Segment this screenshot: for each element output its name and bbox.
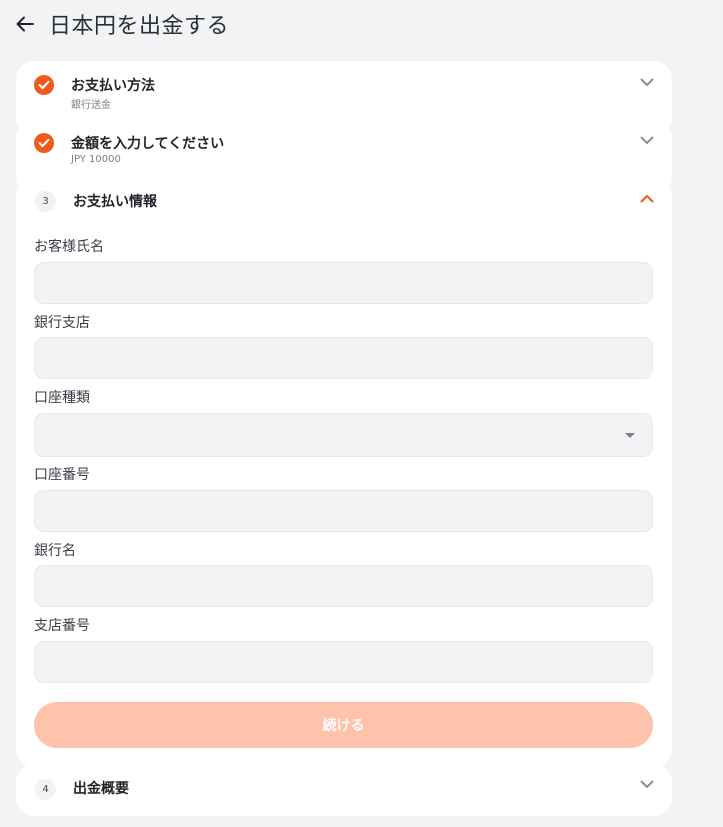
account-number-input[interactable]	[34, 490, 653, 532]
chevron-down-icon[interactable]	[638, 133, 656, 147]
caret-down-icon	[625, 433, 635, 438]
header: 日本円を出金する	[14, 8, 229, 40]
check-icon	[34, 75, 54, 95]
step-subtitle: JPY 10000	[71, 154, 121, 165]
step-title: お支払い方法	[71, 78, 155, 94]
step-payment-info: 3 お支払い情報 お客様氏名 銀行支店 口座種類 口座番号 銀行名 支店番号 続…	[16, 177, 672, 767]
step-withdraw-summary-header[interactable]: 4 出金概要	[16, 764, 672, 822]
branch-name-label: 銀行支店	[34, 315, 90, 331]
page-title: 日本円を出金する	[49, 14, 230, 39]
account-type-label: 口座種類	[34, 390, 90, 406]
step-number-badge: 4	[35, 779, 56, 800]
branch-number-input[interactable]	[34, 641, 653, 683]
step-payment-info-header[interactable]: 3 お支払い情報	[16, 177, 672, 235]
step-amount-header[interactable]: 金額を入力してください JPY 10000	[16, 119, 672, 177]
branch-number-label: 支店番号	[34, 618, 90, 634]
step-subtitle: 銀行送金	[71, 100, 111, 111]
step-title: 出金概要	[73, 781, 129, 797]
account-number-label: 口座番号	[34, 467, 90, 483]
customer-name-label: お客様氏名	[34, 239, 104, 255]
continue-button[interactable]: 続ける	[34, 702, 653, 748]
bank-name-input[interactable]	[34, 565, 653, 607]
step-number-badge: 3	[35, 191, 56, 212]
account-type-select[interactable]	[34, 413, 653, 457]
step-title: 金額を入力してください	[71, 136, 225, 152]
chevron-down-icon[interactable]	[638, 777, 656, 791]
back-arrow-icon[interactable]	[14, 13, 36, 35]
withdraw-page: 日本円を出金する お支払い方法 銀行送金 金額を入力してください JPY 100…	[0, 0, 723, 827]
branch-name-input[interactable]	[34, 337, 653, 379]
bank-name-label: 銀行名	[34, 543, 76, 559]
step-title: お支払い情報	[73, 194, 157, 210]
chevron-up-icon[interactable]	[638, 191, 656, 205]
step-withdraw-summary[interactable]: 4 出金概要	[16, 764, 672, 816]
check-icon	[34, 133, 54, 153]
step-payment-method-header[interactable]: お支払い方法 銀行送金	[16, 61, 672, 119]
customer-name-input[interactable]	[34, 262, 653, 304]
chevron-down-icon[interactable]	[638, 75, 656, 89]
